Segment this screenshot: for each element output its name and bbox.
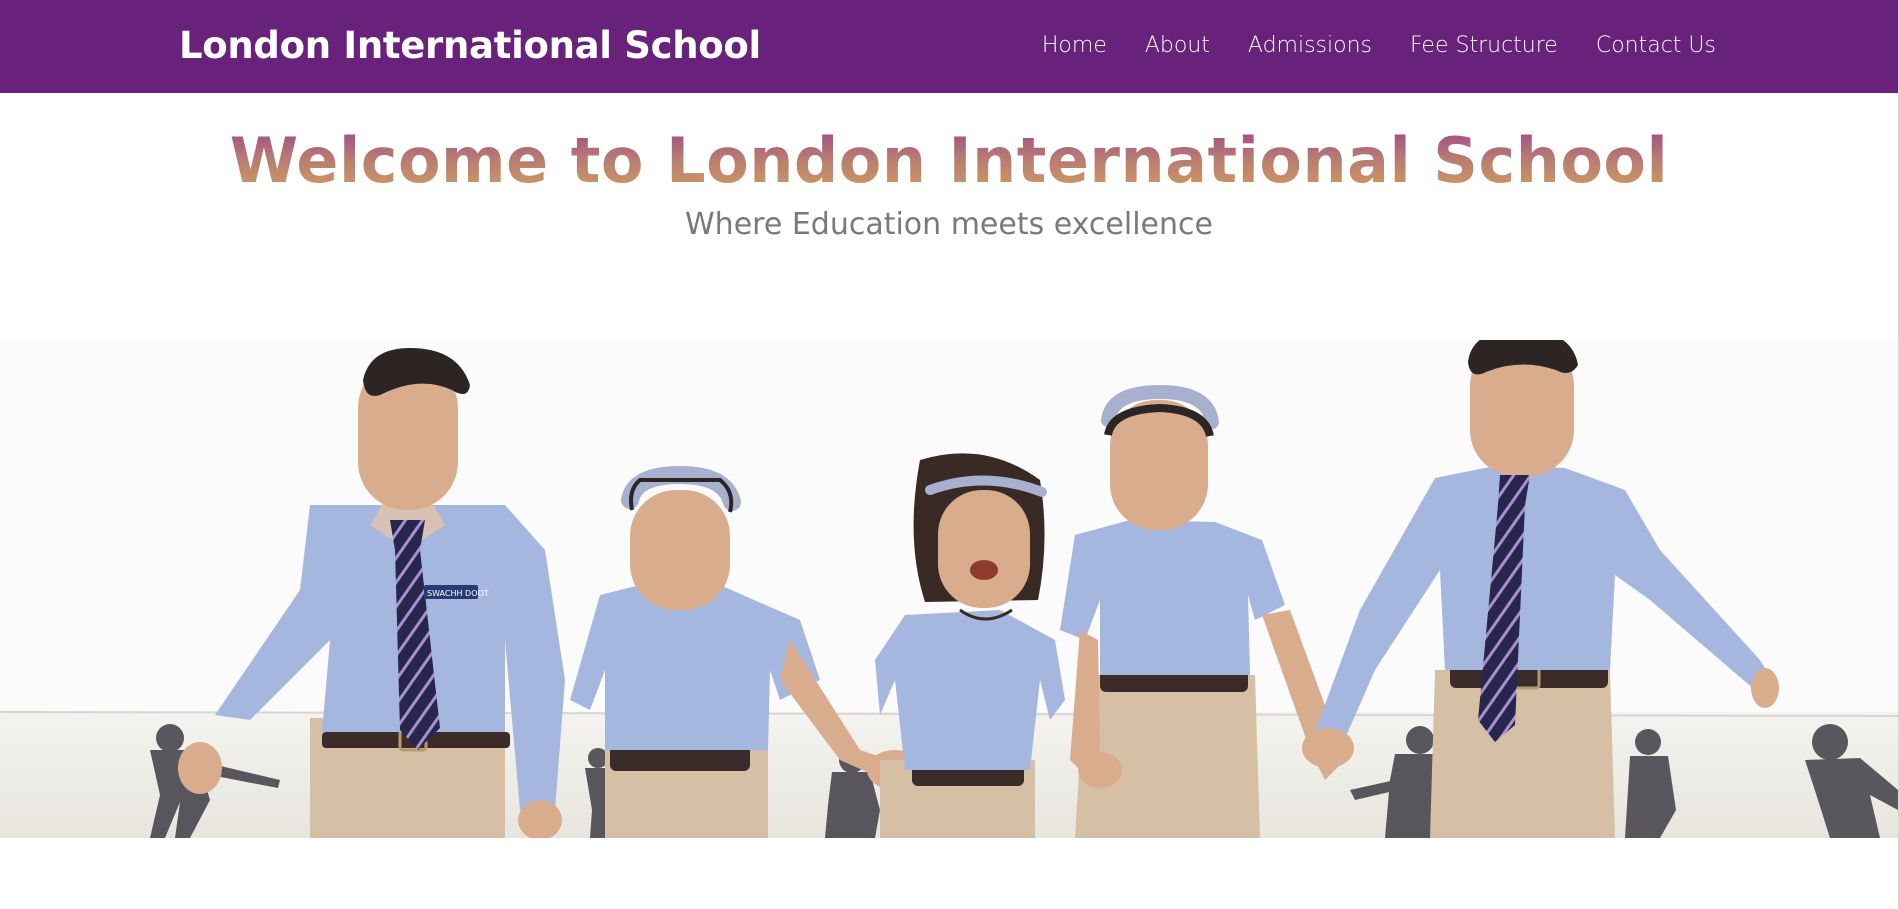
nav-link-admissions[interactable]: Admissions: [1248, 33, 1372, 58]
nav-item-admissions: Admissions: [1248, 27, 1372, 65]
students-photo: SWACHH DOOT: [0, 340, 1898, 838]
nav-link-contact-us[interactable]: Contact Us: [1596, 33, 1716, 58]
nav-item-about: About: [1145, 27, 1210, 65]
nav-menu: Home About Admissions Fee Structure Cont…: [1042, 27, 1716, 65]
brand-title[interactable]: London International School: [179, 20, 761, 72]
nav-item-fee-structure: Fee Structure: [1410, 27, 1558, 65]
hero-subtitle: Where Education meets excellence: [685, 207, 1213, 242]
student-badge-text: SWACHH DOOT: [427, 589, 489, 598]
nav-link-about[interactable]: About: [1145, 33, 1210, 58]
nav-link-home[interactable]: Home: [1042, 33, 1107, 58]
hero-title: Welcome to London International School: [0, 122, 1898, 200]
nav-item-home: Home: [1042, 27, 1107, 65]
navbar: London International School Home About A…: [0, 0, 1898, 93]
hero-image: SWACHH DOOT: [0, 340, 1898, 838]
nav-link-fee-structure[interactable]: Fee Structure: [1410, 33, 1558, 58]
nav-item-contact-us: Contact Us: [1596, 27, 1716, 65]
